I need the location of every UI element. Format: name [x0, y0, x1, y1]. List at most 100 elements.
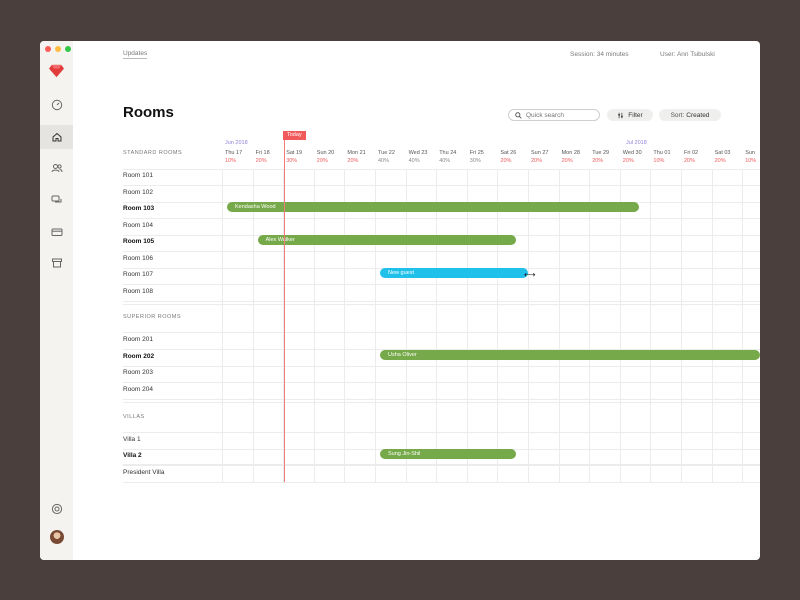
day-column-header: Tue 22 40%	[378, 150, 395, 164]
booking-bar[interactable]: Alex Walker	[257, 235, 517, 245]
room-label[interactable]: Room 105	[123, 238, 154, 245]
sidebar-item-messages[interactable]	[40, 188, 73, 212]
sort-label: Sort:	[670, 111, 685, 119]
sidebar-item-home[interactable]	[40, 125, 73, 149]
room-label[interactable]: Room 103	[123, 205, 154, 212]
row-divider	[123, 283, 760, 285]
day-gridline	[558, 169, 560, 482]
day-label: Fri 25	[469, 150, 484, 156]
sort-value: Created	[686, 111, 710, 119]
day-column-header: Thu 17 10%	[225, 150, 242, 164]
day-column-header: Sun 10%	[745, 150, 756, 164]
occupancy-percent: 20%	[316, 158, 328, 164]
booking-bar[interactable]: Sung Jin-Shil	[380, 449, 517, 459]
day-gridline	[222, 169, 223, 482]
avatar[interactable]	[50, 530, 64, 544]
maximize-window-button[interactable]	[65, 46, 71, 52]
room-label[interactable]: Room 203	[123, 369, 153, 376]
section-heading: STANDARD ROOMS	[123, 150, 183, 156]
sidebar-item-help[interactable]	[40, 497, 73, 521]
section-divider	[123, 402, 760, 403]
row-divider	[123, 381, 760, 383]
row-divider	[123, 300, 760, 302]
booking-bar[interactable]: Usha Oliver	[380, 350, 760, 360]
search-input[interactable]	[526, 111, 592, 119]
day-label: Sun	[745, 150, 755, 156]
day-column-header: Fri 02 20%	[684, 150, 698, 164]
day-gridline	[528, 169, 529, 482]
day-label: Wed 23	[408, 150, 428, 156]
day-label: Thu 01	[653, 150, 671, 156]
day-column-header: Sun 27 20%	[531, 150, 548, 164]
day-gridline	[313, 169, 315, 482]
day-label: Wed 30	[622, 150, 642, 156]
room-label[interactable]: President Villa	[123, 469, 164, 476]
day-column-header: Sat 26 20%	[500, 150, 516, 164]
store-icon	[51, 258, 62, 268]
user-info[interactable]: User: Ann Tsibulski	[660, 51, 715, 58]
ruby-logo-icon[interactable]	[49, 63, 64, 78]
booking-bar[interactable]: New guest	[380, 268, 528, 278]
day-column-header: Fri 18 20%	[256, 150, 270, 164]
search-icon	[515, 111, 522, 119]
sidebar-item-guests[interactable]	[40, 156, 73, 180]
day-column-header: Mon 21 20%	[347, 150, 365, 164]
room-label[interactable]: Room 202	[123, 353, 154, 360]
day-label: Tue 29	[592, 150, 610, 156]
room-label[interactable]: Room 201	[123, 336, 153, 343]
filter-icon	[618, 112, 624, 118]
room-label[interactable]: Room 108	[123, 288, 153, 295]
room-label[interactable]: Room 104	[123, 222, 153, 229]
window-controls	[45, 46, 71, 52]
lifebuoy-icon	[51, 503, 62, 515]
search-box[interactable]	[508, 109, 600, 121]
room-label[interactable]: Room 107	[123, 271, 153, 278]
section-heading: VILLAS	[123, 414, 145, 420]
day-gridline	[589, 169, 591, 482]
page-title: Rooms	[123, 104, 174, 121]
occupancy-percent: 10%	[225, 158, 237, 164]
minimize-window-button[interactable]	[55, 46, 61, 52]
sidebar-item-payments[interactable]	[40, 220, 73, 244]
day-gridline	[681, 169, 682, 482]
occupancy-percent: 40%	[378, 158, 390, 164]
section-divider	[123, 464, 760, 465]
room-label[interactable]: Room 106	[123, 255, 153, 262]
day-column-header: Sat 03 20%	[715, 150, 731, 164]
filter-button[interactable]: Filter	[607, 109, 653, 121]
resize-cursor-icon[interactable]: ⟷	[524, 270, 535, 279]
day-gridline	[405, 169, 407, 482]
day-label: Fri 18	[255, 150, 270, 156]
guests-icon	[51, 164, 62, 173]
room-label[interactable]: Room 102	[123, 189, 153, 196]
row-divider	[123, 365, 760, 367]
sidebar-item-dashboard[interactable]	[40, 93, 73, 117]
row-divider	[123, 481, 760, 483]
sidebar-item-store[interactable]	[40, 251, 73, 275]
day-column-header: Thu 24 40%	[439, 150, 456, 164]
room-label[interactable]: Villa 1	[123, 436, 141, 443]
occupancy-percent: 30%	[286, 158, 298, 164]
sort-dropdown[interactable]: Sort: Created	[659, 109, 721, 121]
occupancy-percent: 20%	[255, 158, 267, 164]
occupancy-percent: 20%	[622, 158, 634, 164]
app-window: Updates Session: 34 minutes User: Ann Ts…	[40, 41, 760, 560]
room-label[interactable]: Villa 2	[123, 452, 142, 459]
today-marker: Today	[283, 131, 306, 140]
day-label: Mon 28	[561, 150, 580, 156]
room-label[interactable]: Room 204	[123, 386, 153, 393]
updates-link[interactable]: Updates	[123, 50, 148, 59]
chat-icon	[51, 195, 61, 203]
row-divider	[123, 398, 760, 400]
day-gridline	[375, 169, 376, 482]
sidebar	[40, 41, 73, 560]
occupancy-percent: 30%	[469, 158, 481, 164]
day-label: Thu 17	[225, 150, 243, 156]
day-gridline	[742, 169, 744, 482]
day-gridline	[344, 169, 346, 482]
booking-bar[interactable]: Kendasha Wood	[227, 202, 639, 212]
room-label[interactable]: Room 101	[123, 172, 153, 179]
home-icon	[52, 132, 61, 142]
session-info: Session: 34 minutes	[570, 51, 629, 58]
close-window-button[interactable]	[45, 46, 51, 52]
